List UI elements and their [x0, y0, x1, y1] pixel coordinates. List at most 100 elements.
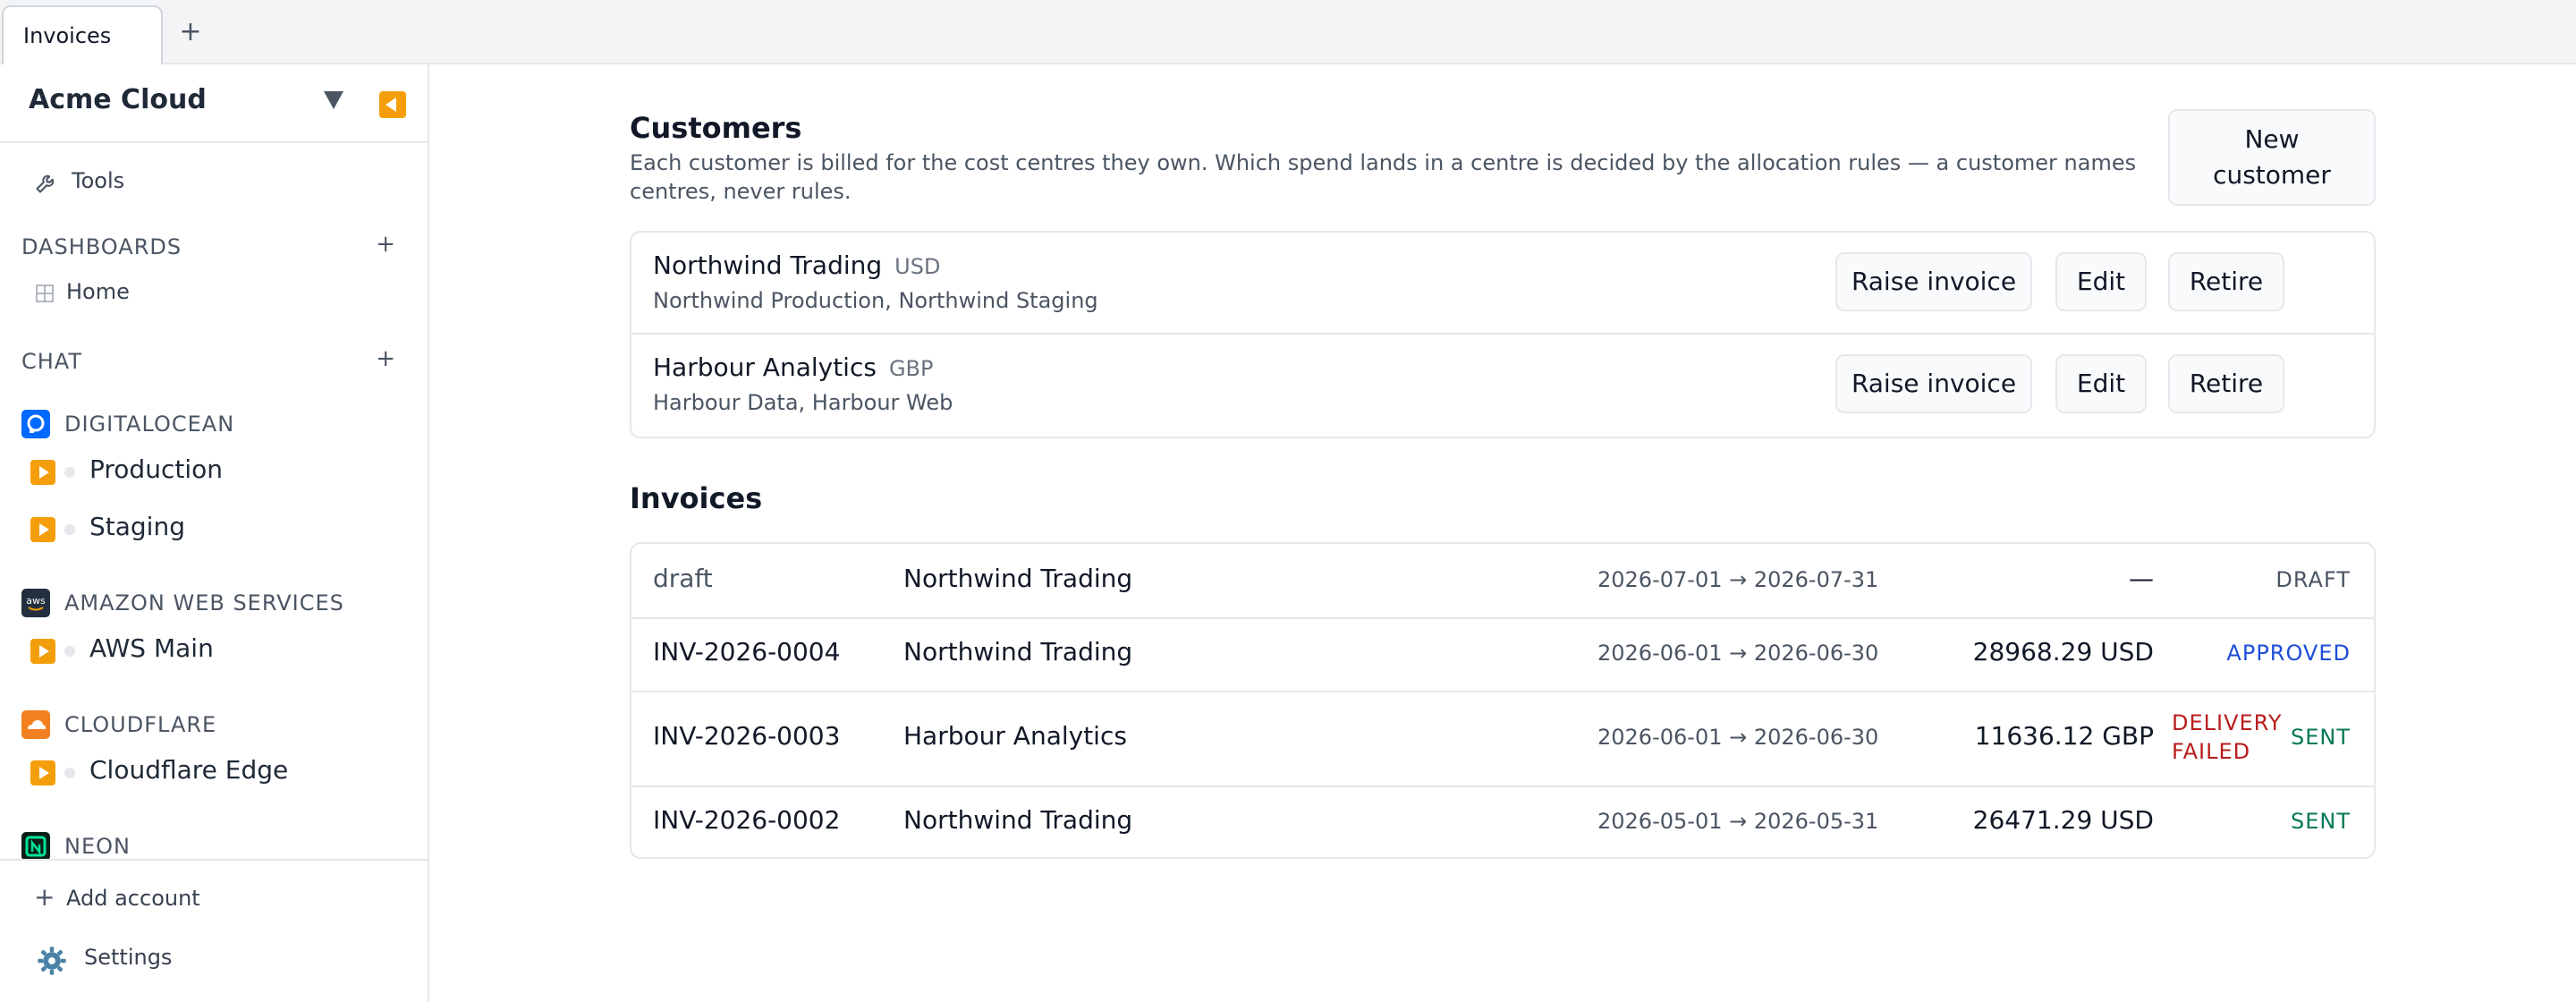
- provider-name: NEON: [64, 834, 131, 859]
- invoice-customer: Harbour Analytics: [903, 721, 1127, 751]
- invoice-row[interactable]: INV-2026-0004 Northwind Trading 2026-06-…: [631, 617, 2374, 691]
- dashboards-section-header: DASHBOARDS +: [0, 231, 428, 267]
- add-account-label: Add account: [66, 886, 200, 911]
- invoices-title: Invoices: [630, 481, 763, 515]
- tab-label: Invoices: [23, 23, 112, 48]
- server-item-cloudflare-edge[interactable]: Cloudflare Edge: [0, 753, 428, 793]
- invoice-period: 2026-05-01 → 2026-05-31: [1597, 809, 1879, 834]
- sidebar-footer: + Add account Settings: [0, 859, 428, 1002]
- invoice-number: INV-2026-0002: [653, 805, 841, 835]
- provider-name: AMAZON WEB SERVICES: [64, 590, 344, 616]
- cloudflare-icon: [21, 710, 50, 739]
- invoice-row[interactable]: INV-2026-0003 Harbour Analytics 2026-06-…: [631, 691, 2374, 785]
- provider-neon[interactable]: NEON: [0, 828, 428, 859]
- retire-customer-button[interactable]: Retire: [2168, 354, 2284, 413]
- customers-title: Customers: [630, 111, 802, 145]
- invoice-amount: —: [2129, 564, 2154, 593]
- customers-description: Each customer is billed for the cost cen…: [630, 150, 2137, 204]
- collapse-sidebar-icon[interactable]: [379, 91, 406, 118]
- invoice-customer: Northwind Trading: [903, 637, 1133, 667]
- new-customer-button[interactable]: New customer: [2168, 109, 2376, 206]
- provider-digitalocean[interactable]: DIGITALOCEAN: [0, 406, 428, 442]
- invoice-amount: 11636.12 GBP: [1974, 721, 2154, 751]
- invoice-period: 2026-07-01 → 2026-07-31: [1597, 567, 1879, 592]
- customer-name-line: Harbour Analytics GBP: [653, 352, 933, 382]
- server-item-aws-main[interactable]: AWS Main: [0, 632, 428, 671]
- server-item-staging[interactable]: Staging: [0, 510, 428, 549]
- invoice-amount: 28968.29 USD: [1972, 637, 2154, 667]
- customer-row: Harbour Analytics GBP Harbour Data, Harbo…: [631, 333, 2374, 437]
- edit-customer-button[interactable]: Edit: [2055, 252, 2147, 311]
- invoice-number: INV-2026-0004: [653, 637, 841, 667]
- customer-currency: GBP: [888, 356, 934, 381]
- raise-invoice-button[interactable]: Raise invoice: [1835, 354, 2032, 413]
- add-account-button[interactable]: + Add account: [0, 882, 428, 918]
- status-dot-icon: [64, 524, 75, 535]
- customers-list: Northwind Trading USD Northwind Productio…: [630, 231, 2376, 438]
- provider-name: CLOUDFLARE: [64, 712, 217, 737]
- sidebar-item-label: Home: [66, 279, 130, 304]
- sidebar: Acme Cloud Tools DASHBOARDS + Home CHAT …: [0, 64, 429, 1002]
- customer-currency: USD: [894, 254, 941, 279]
- status-dot-icon: [64, 646, 75, 657]
- status-badge: SENT: [2290, 725, 2351, 750]
- invoice-period: 2026-06-01 → 2026-06-30: [1597, 641, 1879, 666]
- new-tab-button[interactable]: +: [177, 16, 204, 48]
- sidebar-scroll-area[interactable]: Tools DASHBOARDS + Home CHAT + DIGITALOC…: [0, 145, 428, 859]
- play-icon: [30, 460, 55, 485]
- sidebar-header: Acme Cloud: [0, 64, 428, 143]
- svg-text:aws: aws: [26, 595, 46, 607]
- server-name: Staging: [89, 512, 185, 541]
- org-name: Acme Cloud: [29, 84, 207, 115]
- status-badge: DRAFT: [2275, 567, 2351, 592]
- tab-bar: Invoices +: [0, 0, 2576, 64]
- status-dot-icon: [64, 768, 75, 778]
- retire-customer-button[interactable]: Retire: [2168, 252, 2284, 311]
- provider-aws[interactable]: aws AMAZON WEB SERVICES: [0, 585, 428, 621]
- chat-section-header: CHAT +: [0, 345, 428, 381]
- customer-cost-centres: Northwind Production, Northwind Staging: [653, 288, 1098, 313]
- play-icon: [30, 639, 55, 664]
- customer-cost-centres: Harbour Data, Harbour Web: [653, 390, 953, 415]
- customer-name-line: Northwind Trading USD: [653, 250, 940, 280]
- status-dot-icon: [64, 467, 75, 478]
- customer-row: Northwind Trading USD Northwind Productio…: [631, 233, 2374, 333]
- digitalocean-icon: [21, 410, 50, 438]
- settings-label: Settings: [84, 945, 173, 970]
- status-badge: SENT: [2290, 809, 2351, 834]
- raise-invoice-button[interactable]: Raise invoice: [1835, 252, 2032, 311]
- sidebar-item-tools[interactable]: Tools: [0, 165, 428, 200]
- sidebar-item-home[interactable]: Home: [0, 276, 428, 311]
- gear-icon: [38, 947, 66, 975]
- play-icon: [30, 760, 55, 785]
- provider-name: DIGITALOCEAN: [64, 412, 235, 437]
- invoice-number: INV-2026-0003: [653, 721, 841, 751]
- settings-button[interactable]: Settings: [0, 939, 428, 979]
- server-name: AWS Main: [89, 633, 214, 663]
- customer-name: Northwind Trading: [653, 250, 883, 280]
- grid-icon: [36, 284, 54, 302]
- invoice-amount: 26471.29 USD: [1972, 805, 2154, 835]
- invoice-row[interactable]: draft Northwind Trading 2026-07-01 → 202…: [631, 544, 2374, 617]
- server-name: Production: [89, 454, 223, 484]
- invoices-table: draft Northwind Trading 2026-07-01 → 202…: [630, 542, 2376, 859]
- plus-icon: +: [34, 882, 55, 912]
- section-title: DASHBOARDS: [21, 234, 182, 259]
- provider-cloudflare[interactable]: CLOUDFLARE: [0, 707, 428, 743]
- play-icon: [30, 517, 55, 542]
- main-content: Customers Each customer is billed for th…: [431, 64, 2576, 1002]
- edit-customer-button[interactable]: Edit: [2055, 354, 2147, 413]
- invoice-period: 2026-06-01 → 2026-06-30: [1597, 725, 1879, 750]
- invoice-customer: Northwind Trading: [903, 805, 1133, 835]
- server-item-production[interactable]: Production: [0, 453, 428, 492]
- status-badge: APPROVED: [2226, 641, 2351, 666]
- sidebar-item-label: Tools: [72, 168, 125, 193]
- add-chat-button[interactable]: +: [376, 345, 395, 372]
- invoice-row[interactable]: INV-2026-0002 Northwind Trading 2026-05-…: [631, 785, 2374, 857]
- neon-icon: [21, 832, 50, 859]
- aws-icon: aws: [21, 589, 50, 617]
- org-switcher-chevron-icon[interactable]: [324, 91, 343, 109]
- tab-invoices[interactable]: Invoices: [2, 5, 163, 64]
- add-dashboard-button[interactable]: +: [376, 231, 395, 258]
- invoice-customer: Northwind Trading: [903, 564, 1133, 593]
